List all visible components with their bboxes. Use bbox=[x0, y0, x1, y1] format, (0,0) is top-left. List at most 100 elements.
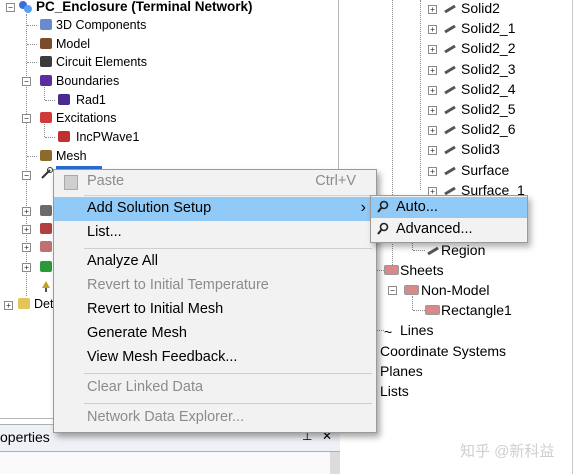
sheets-icon bbox=[384, 265, 399, 275]
tree-item-lists[interactable]: Lists bbox=[380, 382, 409, 400]
solid-icon bbox=[443, 42, 457, 54]
menu-item-revert-mesh[interactable]: Revert to Initial Mesh bbox=[54, 298, 376, 322]
solid-icon bbox=[443, 2, 457, 14]
solid-icon bbox=[443, 123, 457, 135]
expand-toggle-3[interactable]: + bbox=[22, 243, 31, 252]
expand-toggle-solid[interactable]: + bbox=[428, 126, 437, 136]
collapse-toggle-non-model[interactable]: − bbox=[388, 286, 397, 295]
lines-icon: ~ bbox=[384, 324, 393, 340]
menu-item-add-solution-setup[interactable]: Add Solution Setup › bbox=[54, 197, 376, 221]
setup-icon bbox=[376, 200, 390, 214]
components-icon bbox=[40, 19, 52, 30]
menu-item-generate-mesh[interactable]: Generate Mesh bbox=[54, 322, 376, 346]
solid-icon bbox=[443, 83, 457, 95]
tree-item-rad1[interactable]: Rad1 bbox=[76, 92, 106, 108]
menu-item-list[interactable]: List... bbox=[54, 221, 376, 245]
field-overlays-icon bbox=[40, 261, 52, 272]
submenu-item-advanced[interactable]: Advanced... bbox=[371, 219, 527, 240]
tree-item-incpwave1[interactable]: IncPWave1 bbox=[76, 129, 139, 145]
properties-scrollbar[interactable] bbox=[330, 452, 340, 474]
solid-icon bbox=[443, 63, 457, 75]
tree-item-solid[interactable]: Solid2_6 bbox=[461, 120, 516, 138]
menu-item-network-data-explorer[interactable]: Network Data Explorer... bbox=[54, 406, 376, 430]
non-model-icon bbox=[404, 285, 419, 295]
solution-setup-submenu: Auto... Advanced... bbox=[370, 195, 528, 243]
expand-toggle-1[interactable]: + bbox=[22, 207, 31, 216]
port-field-icon bbox=[40, 241, 52, 252]
menu-item-paste[interactable]: Paste Ctrl+V bbox=[54, 170, 376, 194]
menu-item-analyze-all[interactable]: Analyze All bbox=[54, 250, 376, 274]
tree-item-planes[interactable]: Planes bbox=[380, 362, 423, 380]
mesh-icon bbox=[40, 150, 52, 161]
tree-item-coordinate-systems[interactable]: Coordinate Systems bbox=[380, 342, 506, 360]
tree-item-region[interactable]: Region bbox=[441, 241, 485, 259]
region-icon bbox=[426, 244, 440, 256]
collapse-toggle-analysis[interactable]: − bbox=[22, 171, 31, 180]
context-menu: Paste Ctrl+V Add Solution Setup › List..… bbox=[53, 169, 377, 433]
tree-item-definitions[interactable]: Det bbox=[34, 296, 53, 312]
circuit-icon bbox=[40, 56, 52, 67]
model-icon bbox=[40, 38, 52, 49]
results-icon bbox=[40, 223, 52, 234]
tree-item-non-model[interactable]: Non-Model bbox=[421, 281, 489, 299]
expand-toggle-2[interactable]: + bbox=[22, 225, 31, 234]
menu-item-clear-linked-data[interactable]: Clear Linked Data bbox=[54, 376, 376, 400]
expand-toggle-solid[interactable]: + bbox=[428, 5, 437, 14]
tree-item-3d-components[interactable]: 3D Components bbox=[56, 17, 146, 33]
properties-panel-title: operties bbox=[0, 429, 50, 445]
expand-toggle-solid[interactable]: + bbox=[428, 146, 437, 156]
collapse-toggle-excitations[interactable]: − bbox=[22, 114, 31, 123]
solid-icon bbox=[443, 184, 457, 196]
boundaries-icon bbox=[40, 75, 52, 86]
radiation-boundary-icon bbox=[58, 94, 70, 105]
expand-toggle-solid[interactable]: + bbox=[428, 65, 437, 75]
submenu-item-auto[interactable]: Auto... bbox=[371, 197, 527, 218]
tree-item-solid[interactable]: Solid2 bbox=[461, 0, 500, 17]
tree-item-rectangle1[interactable]: Rectangle1 bbox=[441, 301, 512, 319]
properties-panel-body bbox=[0, 452, 340, 474]
optimetrics-icon bbox=[40, 205, 52, 216]
collapse-toggle-project[interactable]: − bbox=[6, 3, 15, 12]
folder-icon bbox=[18, 298, 30, 309]
tree-item-excitations[interactable]: Excitations bbox=[56, 110, 116, 126]
tree-item-sheets[interactable]: Sheets bbox=[400, 261, 444, 279]
plane-wave-icon bbox=[58, 131, 70, 142]
rectangle-icon bbox=[425, 305, 440, 315]
solid-icon bbox=[443, 22, 457, 34]
radiation-icon bbox=[40, 279, 52, 292]
solid-icon bbox=[443, 103, 457, 115]
watermark: 知乎 @新科益 bbox=[460, 443, 555, 460]
expand-toggle-solid[interactable]: + bbox=[428, 25, 437, 35]
menu-item-view-mesh-feedback[interactable]: View Mesh Feedback... bbox=[54, 346, 376, 370]
tree-item-mesh[interactable]: Mesh bbox=[56, 148, 87, 164]
tree-item-solid[interactable]: Solid2_2 bbox=[461, 39, 516, 57]
expand-toggle-solid[interactable]: + bbox=[428, 106, 437, 115]
setup-advanced-icon bbox=[376, 222, 390, 236]
submenu-arrow-icon: › bbox=[360, 199, 366, 216]
expand-toggle-4[interactable]: + bbox=[22, 263, 31, 272]
tree-item-lines[interactable]: Lines bbox=[400, 321, 433, 339]
tree-item-solid[interactable]: Solid2_3 bbox=[461, 60, 516, 78]
project-name[interactable]: PC_Enclosure (Terminal Network) bbox=[36, 0, 253, 15]
expand-toggle-solid[interactable]: + bbox=[428, 166, 437, 176]
expand-toggle-solid[interactable]: + bbox=[428, 45, 437, 55]
expand-toggle-solid[interactable]: + bbox=[428, 85, 437, 95]
tree-item-solid[interactable]: Solid2_1 bbox=[461, 19, 516, 37]
expand-toggle-definitions[interactable]: + bbox=[4, 301, 13, 310]
tree-item-solid[interactable]: Solid2_5 bbox=[461, 100, 516, 118]
paste-icon bbox=[64, 175, 78, 190]
tree-item-solid[interactable]: Solid2_4 bbox=[461, 80, 516, 98]
tree-item-circuit-elements[interactable]: Circuit Elements bbox=[56, 54, 147, 70]
tree-item-solid[interactable]: Solid3 bbox=[461, 140, 500, 158]
tree-item-boundaries[interactable]: Boundaries bbox=[56, 73, 119, 89]
solid-icon bbox=[443, 143, 457, 155]
project-icon bbox=[18, 0, 32, 14]
right-panel-border bbox=[572, 0, 573, 474]
excitations-icon bbox=[40, 112, 52, 123]
menu-item-revert-temperature[interactable]: Revert to Initial Temperature bbox=[54, 274, 376, 298]
tree-item-model[interactable]: Model bbox=[56, 36, 90, 52]
solid-icon bbox=[443, 164, 457, 176]
collapse-toggle-boundaries[interactable]: − bbox=[22, 77, 31, 86]
analysis-icon bbox=[40, 167, 53, 180]
tree-item-solid[interactable]: Surface bbox=[461, 161, 509, 179]
